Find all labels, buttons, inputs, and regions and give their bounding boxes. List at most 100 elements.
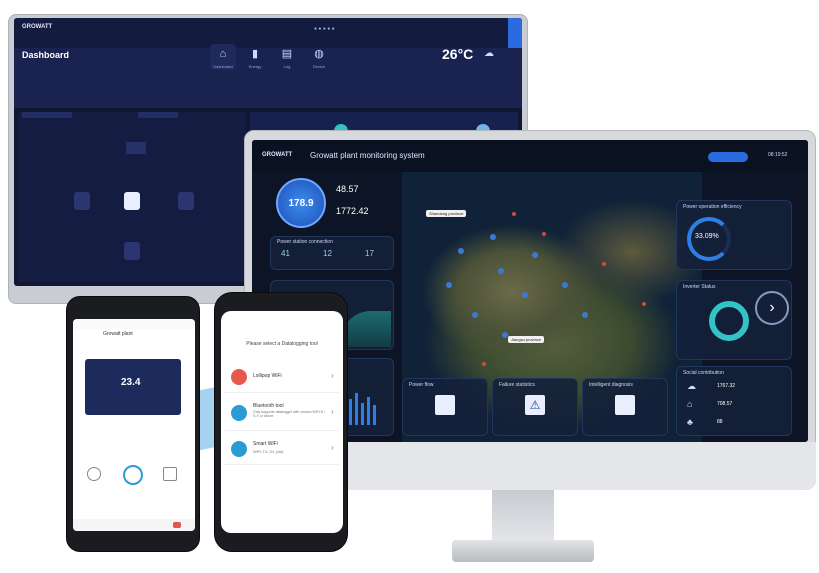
phone-left: Growatt plant 23.4 bbox=[66, 296, 200, 552]
map-callout[interactable]: Jiangsu province bbox=[508, 336, 545, 343]
map-pin[interactable] bbox=[582, 312, 588, 318]
map-pin[interactable] bbox=[490, 234, 496, 240]
monitoring-header: GROWATT Growatt plant monitoring system … bbox=[252, 140, 808, 172]
monitor-stand-neck bbox=[492, 490, 554, 544]
monitoring-title: Growatt plant monitoring system bbox=[310, 151, 425, 160]
map-pin[interactable] bbox=[602, 262, 606, 266]
monitoring-logo: GROWATT bbox=[262, 152, 293, 158]
inverter-panel: Inverter Status › bbox=[676, 280, 792, 360]
wifi-icon bbox=[231, 369, 247, 385]
total-power-value: 178.9 bbox=[288, 198, 314, 209]
bottom-nav[interactable] bbox=[73, 519, 195, 531]
map-pin[interactable] bbox=[446, 282, 452, 288]
map-pin[interactable] bbox=[482, 362, 486, 366]
inverter-ring bbox=[709, 301, 749, 341]
option-subtitle: Only supports datalogger with version Wi… bbox=[253, 410, 325, 418]
factory-icon: ⌂ bbox=[687, 399, 693, 409]
count-1: 41 bbox=[281, 249, 290, 258]
clock: 08:19:52 bbox=[768, 152, 788, 158]
option-title: Smart WiFi bbox=[253, 441, 278, 447]
inverter-icon bbox=[123, 465, 143, 485]
option-bluetooth[interactable]: Bluetooth tool Only supports datalogger … bbox=[225, 397, 339, 431]
chevron-right-icon: › bbox=[331, 443, 334, 452]
failure-card[interactable]: Failure statistics ⚠ bbox=[492, 378, 578, 436]
bluetooth-icon bbox=[231, 405, 247, 421]
phone-left-screen: Growatt plant 23.4 bbox=[73, 319, 195, 531]
count-3: 17 bbox=[365, 249, 374, 258]
tree-icon: ♣ bbox=[687, 417, 693, 427]
phone-right-screen: Please select a Datalogging tool Lollipo… bbox=[221, 311, 343, 533]
power-flow-card[interactable]: Power flow bbox=[402, 378, 488, 436]
overview-button[interactable] bbox=[708, 152, 748, 162]
map-pin[interactable] bbox=[512, 212, 516, 216]
social-value-1: 1767.32 bbox=[717, 383, 736, 389]
diagnosis-card[interactable]: Intelligent diagnosis bbox=[582, 378, 668, 436]
status-bar bbox=[73, 319, 195, 329]
power-flow-area bbox=[18, 112, 246, 282]
option-smart-wifi[interactable]: Smart WiFi WiFi-T/L-X4 (old) › bbox=[225, 435, 339, 465]
social-panel: Social contribution ☁ 1767.32 ⌂ 708.57 ♣… bbox=[676, 366, 792, 436]
social-title: Social contribution bbox=[683, 370, 724, 376]
inverter-icon bbox=[124, 192, 140, 210]
tab-dashboard[interactable]: ⌂ Dashboard bbox=[210, 44, 236, 70]
efficiency-panel: Power operation efficiency 33.09% bbox=[676, 200, 792, 270]
map-pin[interactable] bbox=[458, 248, 464, 254]
energy-value: 23.4 bbox=[121, 377, 141, 388]
option-lollipop-wifi[interactable]: Lollipop WiFi › bbox=[225, 363, 339, 393]
monitor-stand-base bbox=[452, 540, 594, 562]
power-flow-title: Power flow bbox=[409, 382, 434, 388]
map-pin[interactable] bbox=[532, 252, 538, 258]
page-title: Dashboard bbox=[22, 50, 70, 60]
map-pin[interactable] bbox=[642, 302, 646, 306]
next-arrow-icon[interactable]: › bbox=[755, 291, 789, 325]
inverter-title: Inverter Status bbox=[683, 284, 716, 290]
social-value-3: 88 bbox=[717, 419, 723, 425]
tab-device[interactable]: ◍ Device bbox=[306, 44, 332, 70]
map-callout[interactable]: Shandong province bbox=[426, 210, 467, 217]
power-flow-icon bbox=[435, 395, 455, 415]
area-chart bbox=[341, 311, 391, 347]
map-pin[interactable] bbox=[522, 292, 528, 298]
map-pin[interactable] bbox=[498, 268, 504, 274]
cloud-icon: ☁ bbox=[687, 381, 696, 391]
map-pin[interactable] bbox=[562, 282, 568, 288]
plant-select[interactable] bbox=[22, 112, 72, 118]
pv-icon bbox=[87, 467, 101, 481]
home-icon bbox=[163, 467, 177, 481]
count-2: 12 bbox=[323, 249, 332, 258]
efficiency-title: Power operation efficiency bbox=[683, 204, 742, 210]
option-title: Bluetooth tool bbox=[253, 403, 284, 409]
energy-card: 23.4 bbox=[85, 359, 181, 415]
tab-log[interactable]: ▤ Log bbox=[274, 44, 300, 70]
plant-title[interactable]: Growatt plant bbox=[103, 331, 133, 337]
datalogger-select[interactable] bbox=[138, 112, 178, 118]
home-icon bbox=[178, 192, 194, 210]
tab-energy[interactable]: ▮ Energy bbox=[242, 44, 268, 70]
social-value-2: 708.57 bbox=[717, 401, 733, 407]
option-subtitle: WiFi-T/L-X4 (old) bbox=[253, 449, 284, 454]
header-links[interactable]: ● ● ● ● ● bbox=[314, 26, 335, 32]
grid-icon bbox=[124, 242, 140, 260]
bar bbox=[349, 399, 352, 425]
map-pin[interactable] bbox=[472, 312, 478, 318]
diagnosis-icon bbox=[615, 395, 635, 415]
menu-button[interactable] bbox=[508, 18, 522, 48]
connection-title: Power station connection bbox=[277, 239, 333, 245]
option-title: Lollipop WiFi bbox=[253, 373, 282, 379]
solar-panel-icon bbox=[126, 142, 146, 154]
pv-icon bbox=[74, 192, 90, 210]
stat-1: 48.57 bbox=[336, 184, 359, 194]
chevron-right-icon: › bbox=[331, 407, 334, 416]
diagnosis-title: Intelligent diagnosis bbox=[589, 382, 633, 388]
temperature: 26°C bbox=[442, 46, 474, 62]
nav-icon[interactable] bbox=[173, 522, 181, 528]
dashboard-summary: Dashboard 26°C ☁ bbox=[14, 46, 522, 108]
dashboard-logo: GROWATT bbox=[22, 24, 53, 30]
phone-right: Please select a Datalogging tool Lollipo… bbox=[214, 292, 348, 552]
select-tool-title: Please select a Datalogging tool bbox=[246, 341, 318, 347]
stat-2: 1772.42 bbox=[336, 206, 369, 216]
failure-title: Failure statistics bbox=[499, 382, 535, 388]
bar bbox=[373, 405, 376, 425]
map-pin[interactable] bbox=[542, 232, 546, 236]
total-power-gauge: 178.9 bbox=[276, 178, 326, 228]
